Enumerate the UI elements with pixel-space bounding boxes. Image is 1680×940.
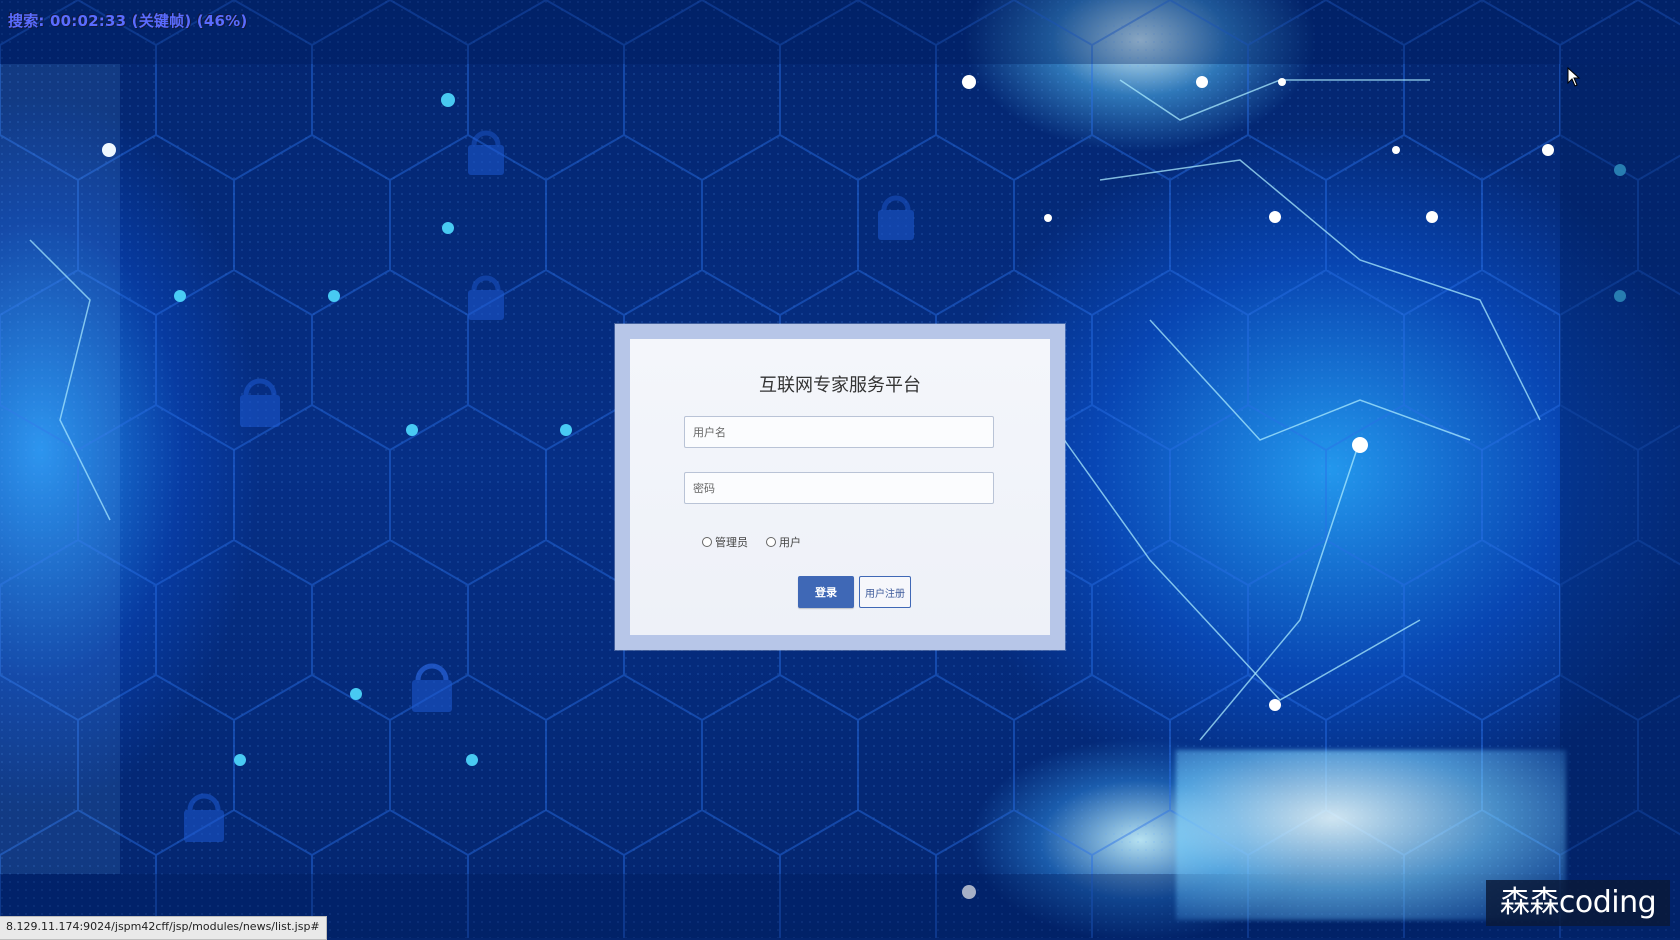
watermark: 森森coding [1486,880,1670,926]
role-radio-admin[interactable]: 管理员 [702,534,748,550]
status-bar-url: 8.129.11.174:9024/jspm42cff/jsp/modules/… [0,916,327,940]
password-input[interactable] [684,472,994,504]
radio-circle-icon[interactable] [702,537,712,547]
login-button[interactable]: 登录 [798,576,854,608]
login-title: 互联网专家服务平台 [759,375,921,396]
radio-circle-icon[interactable] [766,537,776,547]
top-band [0,0,1680,64]
role-radio-user-label: 用户 [779,536,801,549]
login-dialog: 互联网专家服务平台 管理员 用户 登录 用户注册 [630,339,1050,635]
right-band [1560,64,1680,874]
role-radio-admin-label: 管理员 [715,536,748,549]
left-band [0,64,120,874]
register-button[interactable]: 用户注册 [859,576,911,608]
role-radio-group: 管理员 用户 [702,534,801,550]
login-dialog-frame: 互联网专家服务平台 管理员 用户 登录 用户注册 [615,324,1065,650]
recorder-overlay-text: 搜索: 00:02:33 (关键帧) (46%) [8,12,248,30]
mouse-cursor-icon [1567,67,1581,87]
username-input[interactable] [684,416,994,448]
role-radio-user[interactable]: 用户 [766,534,801,550]
